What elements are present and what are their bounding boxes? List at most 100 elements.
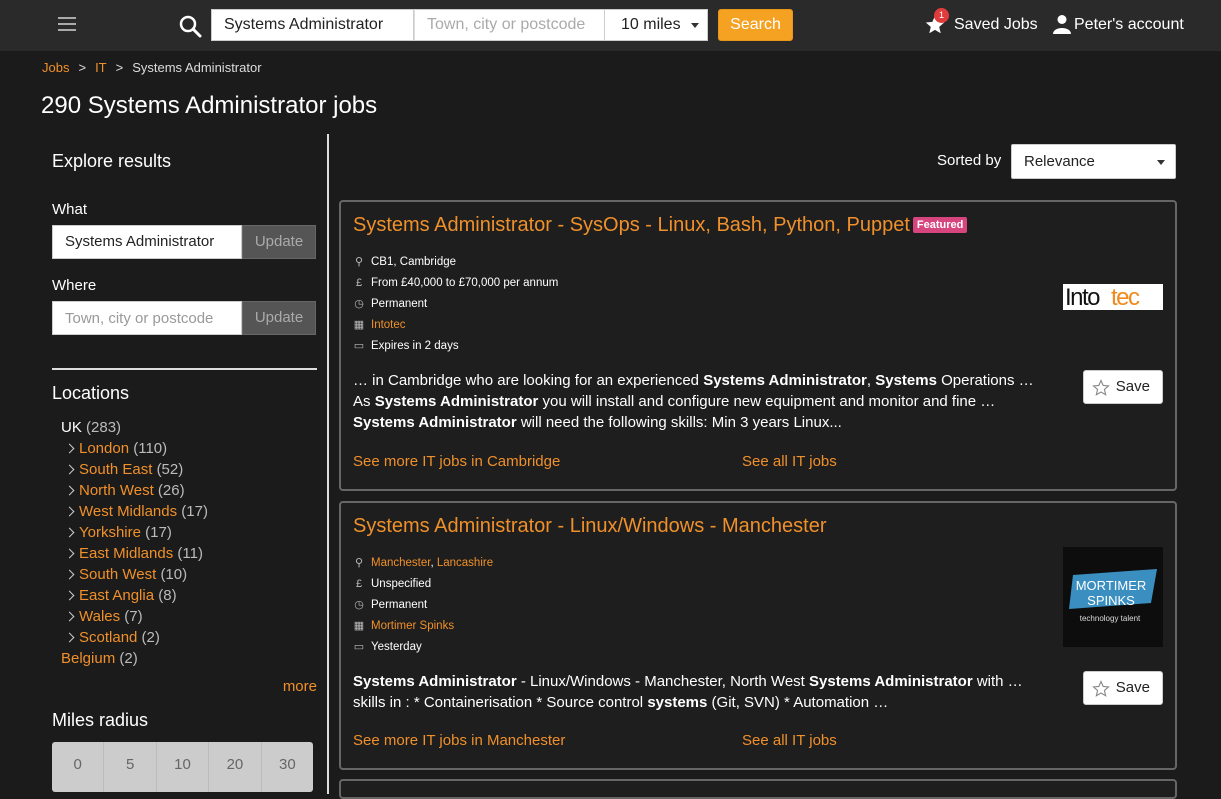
location-item[interactable]: Wales (7) [61, 606, 208, 627]
chevron-right-icon [64, 464, 75, 475]
explore-results-heading: Explore results [52, 151, 172, 171]
company-logo[interactable]: MORTIMER SPINKS technology talent [1063, 547, 1163, 647]
meta-salary: £ From £40,000 to £70,000 per annum [353, 273, 558, 294]
job-card [339, 779, 1177, 799]
building-icon: ▦ [353, 620, 365, 632]
radius-select[interactable]: 10 miles [604, 9, 708, 41]
meta-company: ▦ Intotec [353, 315, 558, 336]
search-button[interactable]: Search [718, 9, 793, 41]
location-item[interactable]: South East (52) [61, 459, 208, 480]
salary-text: Unspecified [371, 578, 432, 590]
pound-icon: £ [355, 578, 363, 590]
location-link[interactable]: Wales [79, 608, 120, 625]
job-title-link[interactable]: Systems Administrator - Linux/Windows - … [353, 515, 827, 537]
expires-text: Expires in 2 days [371, 340, 459, 352]
what-update-button[interactable]: Update [242, 225, 316, 259]
search-icon[interactable] [178, 14, 202, 38]
miles-radius-heading: Miles radius [52, 710, 149, 730]
more-locations-link[interactable]: more [283, 678, 317, 695]
meta-company: ▦ Mortimer Spinks [353, 616, 493, 637]
chevron-right-icon [64, 506, 75, 517]
location-link[interactable]: North West [79, 482, 154, 499]
sorted-by-label: Sorted by [937, 152, 1002, 169]
see-all-category-jobs-link[interactable]: See all IT jobs [742, 453, 837, 470]
location-link[interactable]: Belgium [61, 650, 115, 667]
see-more-location-jobs-link[interactable]: See more IT jobs in Manchester [353, 732, 565, 749]
calendar-icon: ▭ [353, 340, 365, 352]
logo-tagline: technology talent [1080, 614, 1141, 623]
calendar-icon: ▭ [353, 641, 365, 653]
saved-jobs-label: Saved Jobs [954, 16, 1038, 33]
location-link[interactable]: West Midlands [79, 503, 177, 520]
chevron-right-icon [64, 611, 75, 622]
sidebar-divider-horizontal [52, 368, 317, 370]
see-all-category-jobs-link[interactable]: See all IT jobs [742, 732, 837, 749]
location-count: (283) [86, 419, 122, 436]
job-snippet: Systems Administrator - Linux/Windows - … [353, 673, 1023, 711]
what-input[interactable]: Systems Administrator [52, 225, 242, 259]
location-count: (26) [157, 482, 185, 499]
svg-text:Into: Into [1065, 284, 1100, 310]
save-job-button[interactable]: Save [1083, 671, 1163, 705]
location-link[interactable]: East Midlands [79, 545, 173, 562]
location-name: UK [61, 419, 82, 436]
breadcrumb-it[interactable]: IT [95, 60, 107, 75]
building-icon: ▦ [353, 319, 365, 331]
location-count: (10) [160, 566, 188, 583]
location-count: (17) [181, 503, 208, 520]
location-link[interactable]: London [79, 440, 129, 457]
location-count: (17) [145, 524, 172, 541]
location-count: (7) [124, 608, 143, 625]
location-link[interactable]: Yorkshire [79, 524, 141, 541]
location-item-belgium[interactable]: Belgium (2) [61, 648, 208, 669]
meta-salary: £ Unspecified [353, 574, 493, 595]
account-label: Peter's account [1074, 16, 1184, 33]
location-item[interactable]: London (110) [61, 438, 208, 459]
meta-type: ◷ Permanent [353, 595, 493, 616]
star-outline-icon [1092, 680, 1110, 697]
logo-line2: SPINKS [1087, 593, 1135, 608]
sort-select[interactable]: Relevance [1011, 144, 1176, 179]
location-item[interactable]: Scotland (2) [61, 627, 208, 648]
location-link[interactable]: Manchester [371, 557, 430, 569]
where-update-button[interactable]: Update [242, 301, 316, 335]
location-item[interactable]: West Midlands (17) [61, 501, 208, 522]
meta-location: ⚲ CB1, Cambridge [353, 252, 558, 273]
company-link[interactable]: Mortimer Spinks [371, 620, 454, 632]
location-count: (52) [156, 461, 184, 478]
location-item[interactable]: East Anglia (8) [61, 585, 208, 606]
location-link[interactable]: Lancashire [437, 557, 493, 569]
see-more-location-jobs-link[interactable]: See more IT jobs in Cambridge [353, 453, 560, 470]
search-what-input[interactable]: Systems Administrator [211, 9, 414, 41]
job-title-link[interactable]: Systems Administrator - SysOps - Linux, … [353, 214, 910, 236]
location-count: (2) [141, 629, 160, 646]
location-item[interactable]: North West (26) [61, 480, 208, 501]
caret-down-icon [1157, 160, 1165, 165]
radius-select-value: 10 miles [621, 16, 681, 33]
location-item[interactable]: Yorkshire (17) [61, 522, 208, 543]
logo-line1: MORTIMER [1076, 578, 1147, 593]
location-link[interactable]: South East [79, 461, 152, 478]
clock-icon: ◷ [354, 298, 364, 310]
company-link[interactable]: Intotec [371, 319, 406, 331]
salary-text: From £40,000 to £70,000 per annum [371, 277, 559, 289]
location-item[interactable]: East Midlands (11) [61, 543, 208, 564]
map-pin-icon: ⚲ [354, 557, 364, 569]
expires-text: Yesterday [371, 641, 422, 653]
chevron-right-icon [64, 443, 75, 454]
location-link[interactable]: South West [79, 566, 156, 583]
location-item[interactable]: South West (10) [61, 564, 208, 585]
save-job-button[interactable]: Save [1083, 370, 1163, 404]
breadcrumb-jobs[interactable]: Jobs [42, 60, 69, 75]
where-input[interactable] [52, 301, 242, 335]
locations-list: UK (283) London (110) South East (52) No… [61, 417, 208, 669]
breadcrumb-current: Systems Administrator [132, 60, 262, 75]
save-label: Save [1115, 378, 1150, 395]
map-pin-icon: ⚲ [354, 256, 364, 268]
location-link[interactable]: Scotland [79, 629, 137, 646]
search-where-input[interactable] [414, 9, 605, 41]
menu-icon[interactable] [58, 17, 76, 31]
company-logo[interactable]: Into tec [1063, 284, 1163, 310]
location-link[interactable]: East Anglia [79, 587, 154, 604]
job-title-row: Systems Administrator - Linux/Windows - … [353, 515, 827, 538]
